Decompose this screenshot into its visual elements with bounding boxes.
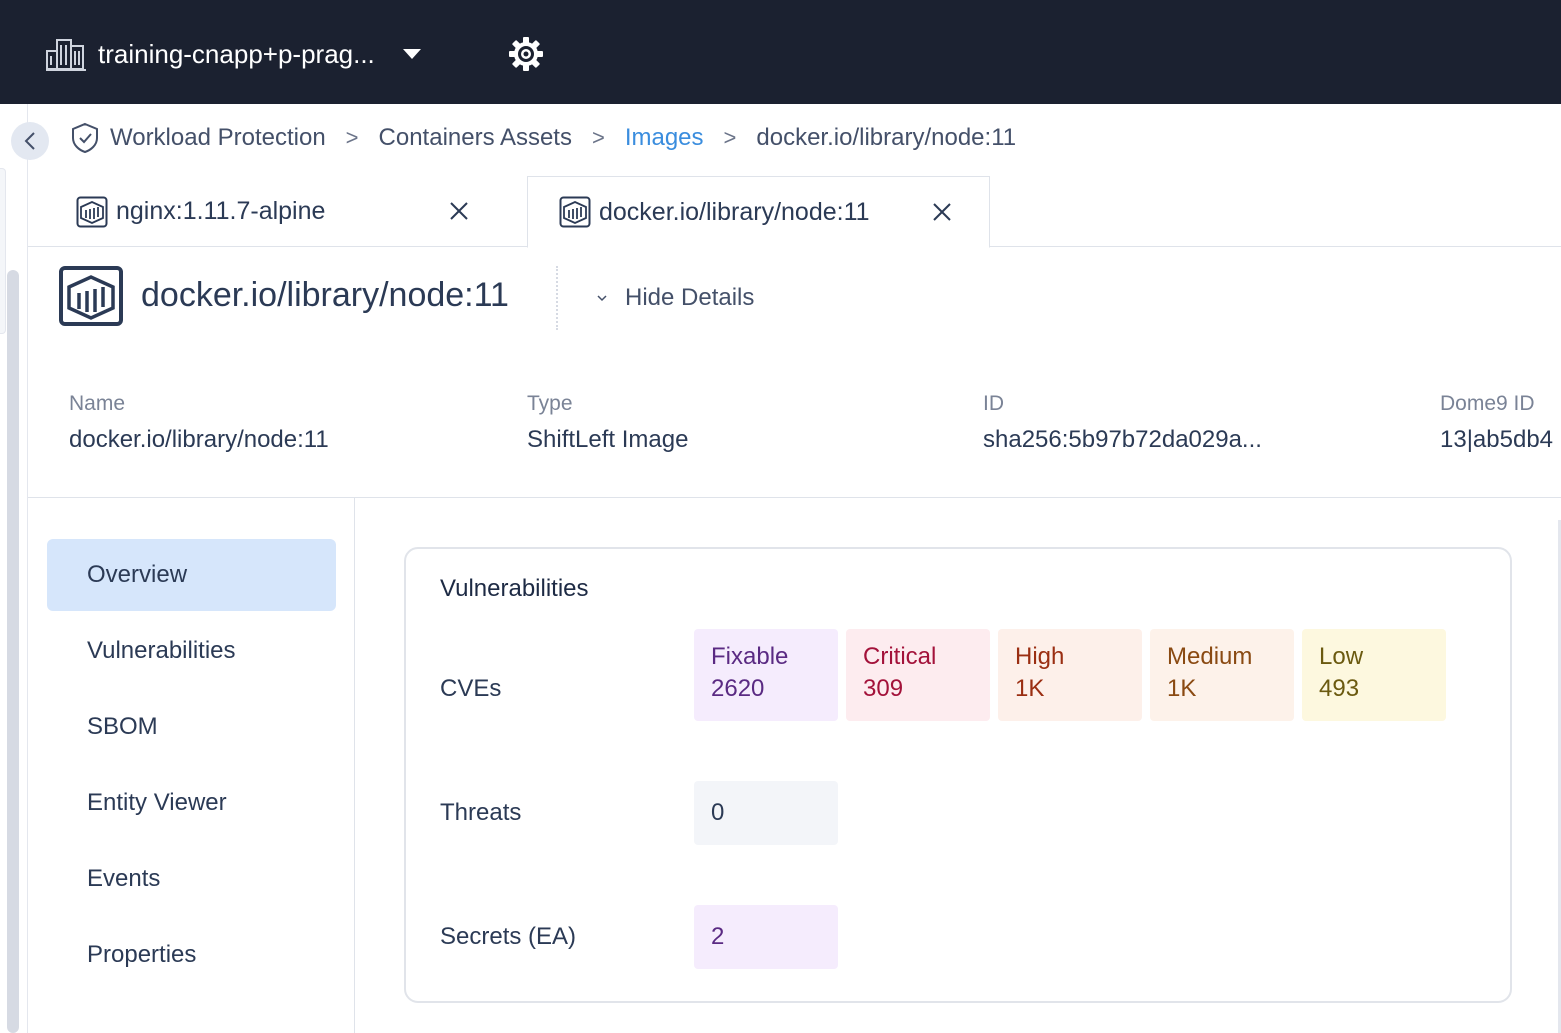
chevron-left-icon <box>24 132 35 150</box>
rail-tab[interactable] <box>0 168 6 334</box>
building-icon <box>46 39 86 71</box>
secrets-value: 2 <box>711 923 725 950</box>
cve-chip-low[interactable]: Low 493 <box>1302 629 1446 721</box>
account-selector[interactable]: training-cnapp+p-prag... <box>46 30 421 78</box>
cve-chip-high[interactable]: High 1K <box>998 629 1142 721</box>
detail-type: Type ShiftLeft Image <box>527 392 688 454</box>
secrets-label: Secrets (EA) <box>440 923 577 950</box>
detail-value: ShiftLeft Image <box>527 426 689 453</box>
breadcrumb: Workload Protection > Containers Assets … <box>70 120 1016 156</box>
detail-key: Type <box>527 392 573 415</box>
nav-overview[interactable]: Overview <box>47 539 336 611</box>
nav-sbom[interactable]: SBOM <box>47 691 336 763</box>
container-image-icon <box>59 266 123 326</box>
threats-count[interactable]: 0 <box>694 781 838 845</box>
detail-value: sha256:5b97b72da029a... <box>983 426 1262 453</box>
account-name: training-cnapp+p-prag... <box>98 38 375 69</box>
breadcrumb-current: docker.io/library/node:11 <box>756 124 1017 151</box>
close-icon[interactable] <box>931 201 953 223</box>
detail-name: Name docker.io/library/node:11 <box>69 392 329 454</box>
container-image-icon <box>559 196 591 228</box>
tab-label: nginx:1.11.7-alpine <box>116 197 326 225</box>
cve-chip-critical[interactable]: Critical 309 <box>846 629 990 721</box>
vulnerabilities-card: Vulnerabilities CVEs Threats 0 Secrets (… <box>404 547 1512 1003</box>
tab-label: docker.io/library/node:11 <box>599 197 870 226</box>
collapse-sidebar-button[interactable] <box>11 122 49 160</box>
cve-severity-label: Medium <box>1167 643 1253 670</box>
gear-icon[interactable] <box>506 34 546 74</box>
tab-nginx[interactable]: nginx:1.11.7-alpine <box>76 176 526 247</box>
detail-dome9-id: Dome9 ID 13|ab5db4 <box>1440 392 1561 454</box>
chevron-down-icon <box>597 295 607 302</box>
cve-chip-medium[interactable]: Medium 1K <box>1150 629 1294 721</box>
caret-down-icon[interactable] <box>402 49 421 59</box>
cve-count: 1K <box>1015 675 1045 702</box>
nav-events[interactable]: Events <box>47 843 336 915</box>
breadcrumb-workload-protection[interactable]: Workload Protection <box>110 124 326 152</box>
threats-label: Threats <box>440 799 522 826</box>
detail-value: docker.io/library/node:11 <box>69 426 329 453</box>
close-icon[interactable] <box>448 200 470 222</box>
cve-count: 493 <box>1319 675 1360 702</box>
entity-details: Name docker.io/library/node:11 Type Shif… <box>28 370 1561 498</box>
nav-vulnerabilities[interactable]: Vulnerabilities <box>47 615 336 687</box>
secrets-count[interactable]: 2 <box>694 905 838 969</box>
cve-severity-label: Critical <box>863 643 937 670</box>
hide-details-toggle[interactable]: Hide Details <box>596 282 754 314</box>
left-rail <box>0 104 28 1033</box>
entity-tabs: nginx:1.11.7-alpine docker.io/library/no… <box>28 176 1561 248</box>
breadcrumb-separator: > <box>345 125 359 150</box>
shield-check-icon <box>72 122 98 154</box>
detail-id: ID sha256:5b97b72da029a... <box>983 392 1262 454</box>
scrollbar[interactable] <box>7 270 19 1033</box>
nav-entity-viewer[interactable]: Entity Viewer <box>47 767 336 839</box>
breadcrumb-separator: > <box>591 125 605 150</box>
cve-severity-label: Low <box>1319 643 1364 670</box>
detail-value: 13|ab5db4 <box>1440 426 1554 453</box>
cves-label: CVEs <box>440 675 502 702</box>
cve-count: 309 <box>863 675 904 702</box>
cve-severity-label: Fixable <box>711 643 789 670</box>
detail-key: Name <box>69 392 126 415</box>
cve-severity-label: High <box>1015 643 1065 670</box>
header-divider <box>556 266 558 330</box>
cve-chip-fixable[interactable]: Fixable 2620 <box>694 629 838 721</box>
cve-count: 2620 <box>711 675 765 702</box>
detail-key: ID <box>983 392 1004 415</box>
breadcrumb-images[interactable]: Images <box>625 124 704 152</box>
page-title: docker.io/library/node:11 <box>141 276 509 314</box>
container-image-icon <box>76 196 108 227</box>
threats-value: 0 <box>711 799 725 826</box>
breadcrumb-containers-assets[interactable]: Containers Assets <box>379 124 572 152</box>
card-title: Vulnerabilities <box>440 575 589 602</box>
top-bar: training-cnapp+p-prag... <box>0 0 1561 104</box>
hide-details-label: Hide Details <box>625 284 755 311</box>
breadcrumb-separator: > <box>723 125 737 150</box>
cve-count: 1K <box>1167 675 1197 702</box>
entity-side-nav: Overview Vulnerabilities SBOM Entity Vie… <box>28 498 355 1033</box>
nav-properties[interactable]: Properties <box>47 919 336 991</box>
detail-key: Dome9 ID <box>1440 392 1535 415</box>
tab-node[interactable]: docker.io/library/node:11 <box>527 176 990 248</box>
